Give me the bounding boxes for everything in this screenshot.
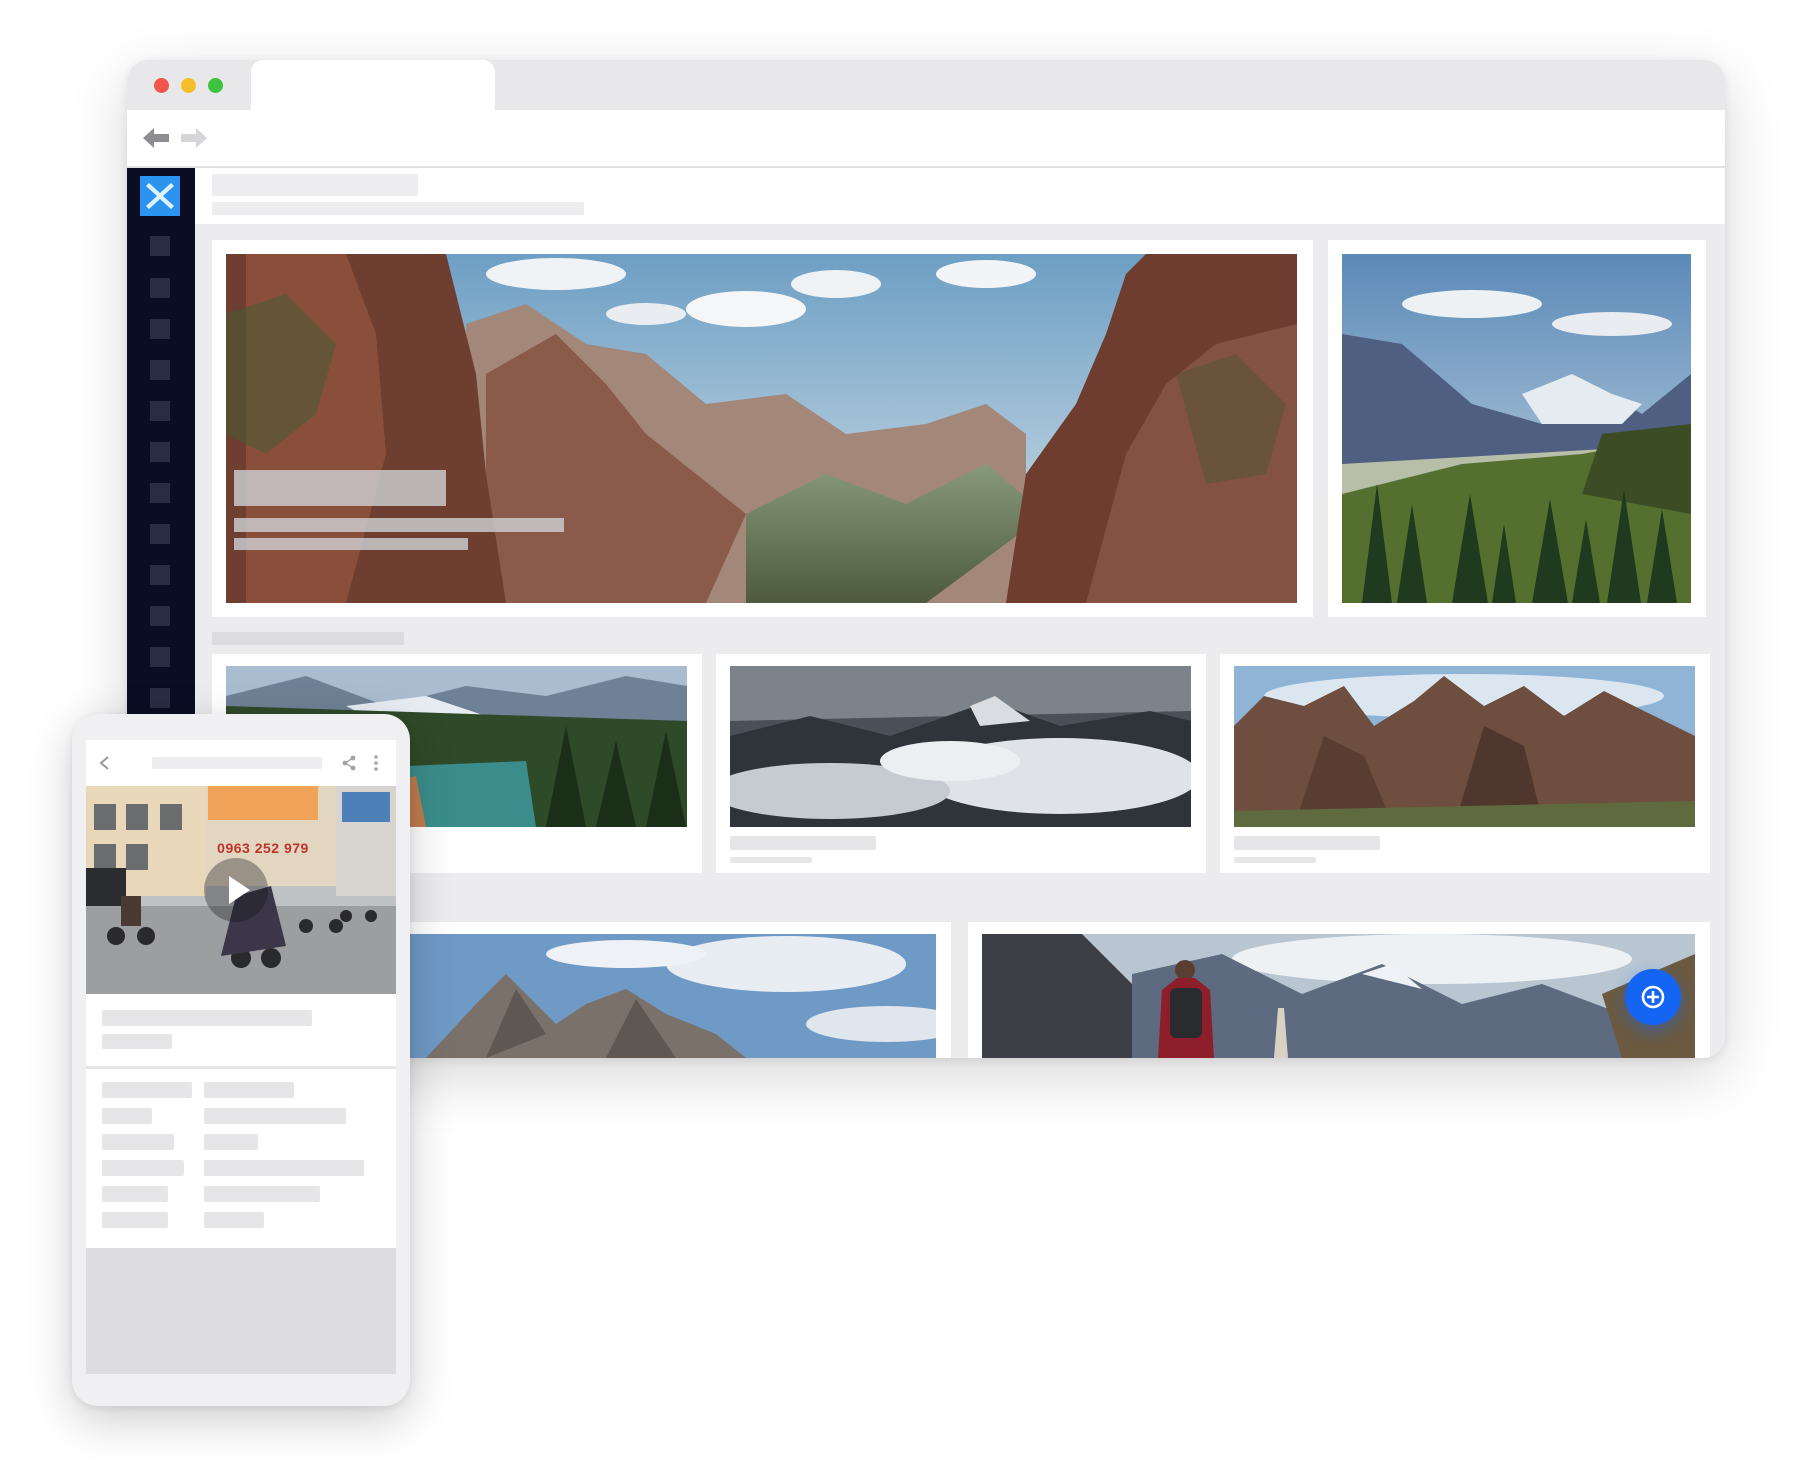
detail-label-placeholder — [102, 1108, 152, 1124]
forward-arrow-icon[interactable] — [177, 124, 211, 152]
sidebar-item-4[interactable] — [150, 360, 170, 380]
gallery-card-2[interactable] — [716, 654, 1206, 873]
featured-card-small[interactable] — [1328, 240, 1706, 617]
mobile-screen: 0963 252 979 — [86, 740, 396, 1374]
alpine-valley-photo — [1342, 254, 1691, 603]
detail-label-placeholder — [102, 1186, 168, 1202]
featured-caption-placeholder-2 — [234, 538, 468, 550]
app-logo[interactable] — [140, 176, 180, 216]
tab-strip — [127, 60, 1725, 110]
card-title-placeholder — [730, 836, 876, 850]
detail-label-placeholder — [102, 1212, 168, 1228]
gallery-card-5[interactable] — [968, 922, 1710, 1058]
mobile-title-placeholder — [152, 757, 322, 769]
featured-caption-placeholder — [234, 518, 564, 532]
sidebar-item-7[interactable] — [150, 483, 170, 503]
detail-value-placeholder — [204, 1082, 294, 1098]
detail-label-placeholder — [102, 1160, 184, 1176]
sidebar-item-6[interactable] — [150, 442, 170, 462]
mobile-detail-subtitle-placeholder — [102, 1034, 172, 1049]
sidebar-item-10[interactable] — [150, 606, 170, 626]
plus-circle-icon — [1641, 985, 1665, 1009]
section-heading-placeholder — [212, 632, 404, 645]
mobile-app-bar — [86, 740, 396, 786]
mobile-device: 0963 252 979 — [72, 714, 410, 1406]
sidebar-item-2[interactable] — [150, 278, 170, 298]
page-title-placeholder — [212, 174, 418, 196]
x-logo-icon — [146, 183, 174, 209]
canyon-photo — [226, 254, 1297, 603]
mobile-detail-title-placeholder — [102, 1010, 312, 1026]
sidebar-item-1[interactable] — [150, 236, 170, 256]
card-title-placeholder — [1234, 836, 1380, 850]
page-header — [195, 168, 1725, 224]
maximize-window-button[interactable] — [208, 78, 223, 93]
sidebar-item-12[interactable] — [150, 688, 170, 708]
video-thumbnail[interactable]: 0963 252 979 — [86, 786, 396, 994]
sidebar-item-11[interactable] — [150, 647, 170, 667]
chevron-left-icon[interactable] — [96, 754, 114, 772]
sidebar-item-9[interactable] — [150, 565, 170, 585]
card-subtitle-placeholder — [1234, 857, 1316, 863]
play-button[interactable] — [204, 858, 268, 922]
featured-title-placeholder — [234, 470, 446, 506]
page-subtitle-placeholder — [212, 202, 584, 215]
hiker-mountains-photo — [982, 934, 1695, 1058]
add-fab-button[interactable] — [1625, 969, 1681, 1025]
more-vert-icon[interactable] — [371, 754, 381, 772]
share-icon[interactable] — [340, 754, 358, 772]
mobile-detail-header — [86, 994, 396, 1058]
sidebar-item-8[interactable] — [150, 524, 170, 544]
rocky-pinnacles-photo — [1234, 666, 1695, 827]
detail-value-placeholder — [204, 1186, 320, 1202]
browser-tab[interactable] — [251, 60, 495, 110]
back-arrow-icon[interactable] — [139, 124, 173, 152]
detail-value-placeholder — [204, 1212, 264, 1228]
gallery-card-3[interactable] — [1220, 654, 1710, 873]
sidebar-item-3[interactable] — [150, 319, 170, 339]
minimize-window-button[interactable] — [181, 78, 196, 93]
play-icon — [229, 876, 250, 904]
cloudy-peaks-photo — [730, 666, 1191, 827]
detail-value-placeholder — [204, 1134, 258, 1150]
detail-label-placeholder — [102, 1134, 174, 1150]
featured-card-large[interactable] — [212, 240, 1313, 617]
card-subtitle-placeholder — [730, 857, 812, 863]
close-window-button[interactable] — [154, 78, 169, 93]
detail-value-placeholder — [204, 1160, 364, 1176]
mobile-footer-area — [86, 1248, 396, 1374]
sidebar-item-5[interactable] — [150, 401, 170, 421]
gallery-content — [195, 224, 1725, 1058]
detail-label-placeholder — [102, 1082, 192, 1098]
divider — [86, 1066, 396, 1069]
browser-toolbar — [127, 110, 1725, 168]
detail-value-placeholder — [204, 1108, 346, 1124]
